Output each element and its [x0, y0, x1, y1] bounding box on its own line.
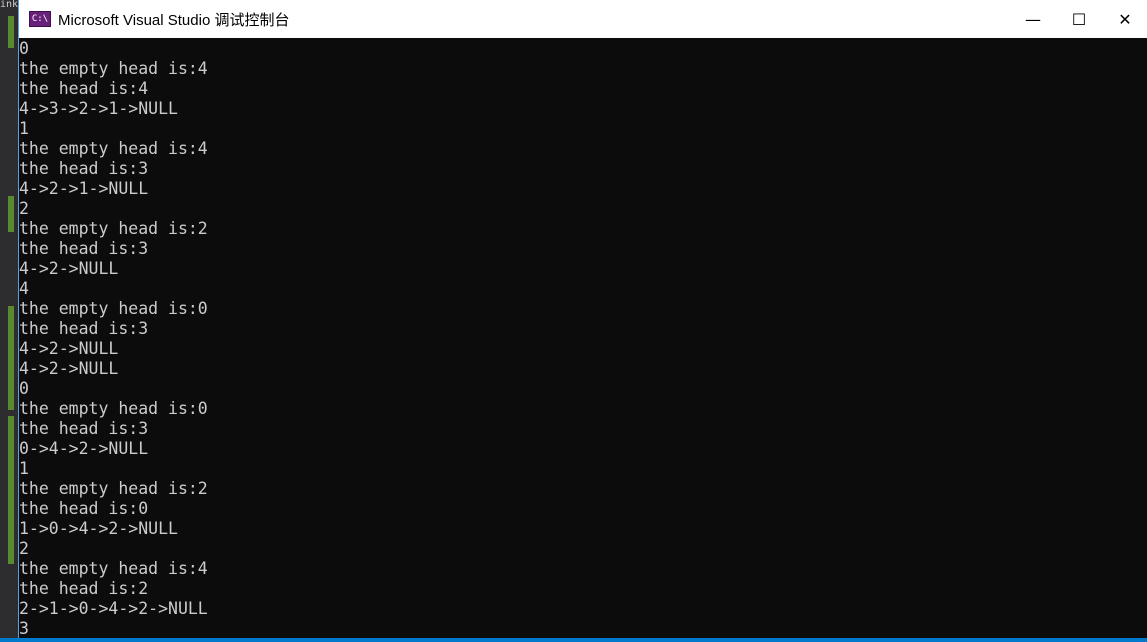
debug-console-window: C:\ Microsoft Visual Studio 调试控制台 — ☐ ✕ …: [18, 0, 1147, 638]
console-line: the head is:3: [19, 419, 149, 438]
close-button[interactable]: ✕: [1102, 0, 1147, 38]
console-line: 0: [19, 379, 29, 398]
console-line: 1->0->4->2->NULL: [19, 519, 178, 538]
title-bar[interactable]: C:\ Microsoft Visual Studio 调试控制台 — ☐ ✕: [19, 0, 1147, 38]
console-line: the empty head is:4: [19, 59, 208, 78]
console-line: the head is:0: [19, 499, 149, 518]
console-line: the empty head is:0: [19, 299, 208, 318]
minimize-button[interactable]: —: [1010, 0, 1056, 38]
console-line: the head is:3: [19, 239, 149, 258]
window-title: Microsoft Visual Studio 调试控制台: [58, 11, 290, 29]
maximize-icon: ☐: [1071, 9, 1087, 29]
console-text: 0 the empty head is:4 the head is:4 4->3->2…: [19, 39, 1147, 638]
console-line: the head is:2: [19, 579, 149, 598]
console-line: 2: [19, 199, 29, 218]
console-line: the empty head is:2: [19, 479, 208, 498]
console-line: the head is:3: [19, 159, 149, 178]
console-line: the head is:4: [19, 79, 149, 98]
console-line: 1: [19, 459, 29, 478]
console-line: 4->3->2->1->NULL: [19, 99, 178, 118]
change-marker: [8, 416, 14, 456]
console-line: 2: [19, 539, 29, 558]
console-line: 4->2->1->NULL: [19, 179, 149, 198]
change-marker: [8, 16, 14, 48]
change-marker: [8, 306, 14, 410]
console-line: the empty head is:4: [19, 559, 208, 578]
ide-tab-label[interactable]: ink: [0, 0, 18, 12]
console-line: the empty head is:4: [19, 139, 208, 158]
console-output[interactable]: 0 the empty head is:4 the head is:4 4->3->2…: [19, 39, 1147, 638]
console-line: 0: [19, 39, 29, 58]
window-controls: — ☐ ✕: [1010, 0, 1147, 38]
console-line: 4->2->NULL: [19, 259, 119, 278]
maximize-button[interactable]: ☐: [1056, 0, 1102, 38]
console-app-icon: C:\: [29, 11, 51, 27]
minimize-icon: —: [1025, 9, 1041, 29]
change-marker: [8, 196, 14, 232]
console-line: the empty head is:2: [19, 219, 208, 238]
close-icon: ✕: [1118, 9, 1132, 29]
console-line: 4->2->NULL: [19, 339, 119, 358]
console-line: the head is:3: [19, 319, 149, 338]
console-line: 0->4->2->NULL: [19, 439, 149, 458]
change-marker: [8, 456, 14, 564]
console-line: 1: [19, 119, 29, 138]
console-line: 3: [19, 619, 29, 638]
console-line: 2->1->0->4->2->NULL: [19, 599, 208, 618]
ide-side-panel: ink: [0, 0, 18, 642]
console-line: the empty head is:0: [19, 399, 208, 418]
ide-status-bar: [0, 638, 1147, 642]
console-line: 4->2->NULL: [19, 359, 119, 378]
console-line: 4: [19, 279, 29, 298]
